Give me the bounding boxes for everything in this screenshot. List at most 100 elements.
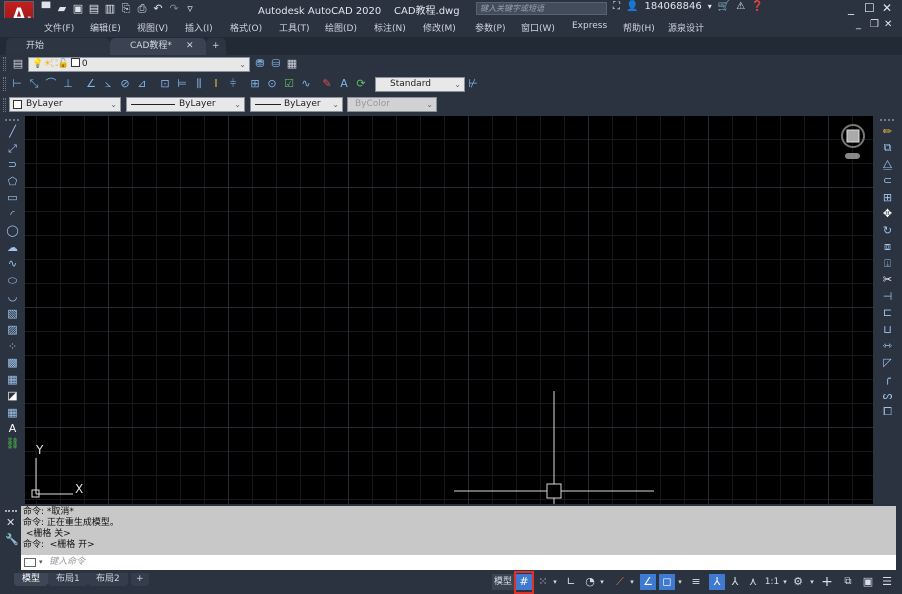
chevron-down-icon[interactable]: ▾: [808, 574, 816, 590]
layer-dropdown[interactable]: 💡☀⛶🔓 0 ⌄: [28, 57, 250, 72]
scale-icon[interactable]: ⧈: [880, 239, 895, 254]
chamfer-icon[interactable]: ◸: [880, 355, 895, 370]
fillet-icon[interactable]: ╭: [880, 371, 895, 386]
close-tab-icon[interactable]: ✕: [186, 38, 194, 54]
cart-icon[interactable]: 🛒: [718, 1, 730, 12]
menu-tools[interactable]: 工具(T): [279, 21, 310, 34]
toolbar-grip[interactable]: [3, 98, 6, 112]
dim-style-dropdown[interactable]: Standard ⌄: [375, 77, 465, 92]
array-icon[interactable]: ⊞: [880, 190, 895, 205]
mtext-icon[interactable]: A: [5, 421, 20, 436]
isolate-objects-icon[interactable]: ⧉: [840, 574, 856, 590]
spline-icon[interactable]: ∿: [5, 256, 20, 271]
polar-tracking-icon[interactable]: ◔: [583, 574, 597, 590]
menu-yuanquan[interactable]: 源泉设计: [668, 21, 704, 34]
dim-space-icon[interactable]: Ⅰ: [209, 77, 223, 91]
layout-tab-layout1[interactable]: 布局1: [48, 573, 88, 586]
lineweight-dropdown[interactable]: ByLayer ⌄: [250, 97, 343, 112]
tab-start[interactable]: 开始: [6, 38, 110, 55]
annotation-visibility-icon[interactable]: ⅄: [709, 574, 725, 590]
viewcube-navigator[interactable]: [841, 124, 865, 159]
chevron-down-icon[interactable]: ▾: [781, 574, 789, 590]
ellipse-arc-icon[interactable]: ◡: [5, 289, 20, 304]
erase-icon[interactable]: ✏: [880, 124, 895, 139]
model-space-button[interactable]: 模型: [492, 574, 514, 590]
menu-draw[interactable]: 绘图(D): [325, 21, 357, 34]
menu-insert[interactable]: 插入(I): [185, 21, 213, 34]
annotation-scale-icon[interactable]: ⋏: [746, 574, 760, 590]
linear-dim-icon[interactable]: ⊢: [10, 77, 24, 91]
help-icon[interactable]: ❓: [751, 1, 763, 12]
toolbar-grip[interactable]: [3, 57, 6, 71]
trim-icon[interactable]: ✂: [880, 272, 895, 287]
circle-icon[interactable]: ◯: [5, 223, 20, 238]
ortho-icon[interactable]: ∟: [564, 574, 578, 590]
gradient-icon[interactable]: ▦: [5, 372, 20, 387]
chevron-down-icon[interactable]: ▾: [598, 574, 606, 590]
workspace-gear-icon[interactable]: ⚙: [791, 574, 805, 590]
toolbar-grip[interactable]: [5, 119, 19, 121]
polygon-icon[interactable]: ⬠: [5, 174, 20, 189]
menu-window[interactable]: 窗口(W): [521, 21, 555, 34]
line-icon[interactable]: ╱: [5, 124, 20, 139]
clean-screen-icon[interactable]: ▣: [860, 574, 876, 590]
search-input[interactable]: 键入关键字或短语: [476, 2, 607, 15]
dim-edit-icon[interactable]: ✎: [320, 77, 334, 91]
menu-file[interactable]: 文件(F): [44, 21, 74, 34]
jogged-linear-icon[interactable]: ∿: [299, 77, 313, 91]
copy-icon[interactable]: ⧉: [880, 140, 895, 155]
lineweight-toggle-icon[interactable]: ≡: [689, 574, 703, 590]
close-button[interactable]: ✕: [882, 1, 892, 15]
dim-break-icon[interactable]: ⫩: [226, 77, 240, 91]
menu-modify[interactable]: 修改(M): [423, 21, 456, 34]
dim-text-edit-icon[interactable]: A: [337, 77, 351, 91]
aligned-dim-icon[interactable]: ⤡: [27, 77, 41, 91]
new-icon[interactable]: ▀: [40, 3, 52, 15]
join-icon[interactable]: ⇿: [880, 338, 895, 353]
new-tab-button[interactable]: +: [206, 38, 226, 55]
drawing-canvas[interactable]: Y X: [25, 116, 873, 504]
construction-line-icon[interactable]: ⤢: [5, 141, 20, 156]
stretch-icon[interactable]: ⍗: [880, 256, 895, 271]
doc-minimize-button[interactable]: _: [856, 19, 861, 30]
doc-close-button[interactable]: ✕: [884, 19, 892, 30]
ordinate-dim-icon[interactable]: ⊥: [61, 77, 75, 91]
layer-state-icon[interactable]: ▦: [285, 57, 299, 71]
menu-view[interactable]: 视图(V): [137, 21, 168, 34]
object-snap-icon[interactable]: ◻: [659, 574, 675, 590]
toolbar-grip[interactable]: [880, 119, 894, 121]
quick-dim-icon[interactable]: ⊡: [158, 77, 172, 91]
undo-icon[interactable]: ↶: [152, 3, 164, 15]
add-layout-button[interactable]: +: [131, 573, 149, 586]
user-icon[interactable]: 👤: [626, 1, 638, 12]
arc-length-icon[interactable]: ⌒: [44, 77, 58, 91]
annotation-scale-value[interactable]: 1:1: [764, 574, 780, 590]
dim-update-icon[interactable]: ⟳: [354, 77, 368, 91]
angular-dim-icon[interactable]: ⊿: [135, 77, 149, 91]
dim-style-icon[interactable]: ⊬: [466, 77, 480, 91]
color-dropdown[interactable]: ByLayer ⌄: [9, 97, 121, 112]
command-grip[interactable]: [5, 510, 17, 512]
command-prompt-icon[interactable]: [24, 558, 36, 567]
object-snap-tracking-icon[interactable]: ∠: [640, 574, 656, 590]
insert-block-icon[interactable]: ▧: [5, 306, 20, 321]
customize-icon[interactable]: ▿: [184, 3, 196, 15]
minimize-button[interactable]: _: [848, 1, 854, 15]
arc-icon[interactable]: ◜: [5, 207, 20, 222]
make-block-icon[interactable]: ▨: [5, 322, 20, 337]
inspect-icon[interactable]: ☑: [282, 77, 296, 91]
saveas-icon[interactable]: ▤: [88, 3, 100, 15]
add-selected-icon[interactable]: ⛓: [5, 436, 20, 451]
share-icon[interactable]: ⎘: [120, 3, 132, 15]
rotate-icon[interactable]: ↻: [880, 223, 895, 238]
layout-tab-layout2[interactable]: 布局2: [88, 573, 128, 586]
binoculars-icon[interactable]: ⛶: [613, 1, 620, 12]
mirror-icon[interactable]: ⧋: [880, 157, 895, 172]
maximize-button[interactable]: ☐: [864, 1, 875, 15]
center-mark-icon[interactable]: ⊙: [265, 77, 279, 91]
customization-menu-icon[interactable]: ☰: [879, 574, 895, 590]
menu-dimension[interactable]: 标注(N): [374, 21, 406, 34]
point-icon[interactable]: ⁘: [5, 339, 20, 354]
break-at-point-icon[interactable]: ⊏: [880, 305, 895, 320]
chevron-down-icon[interactable]: ▾: [628, 574, 636, 590]
